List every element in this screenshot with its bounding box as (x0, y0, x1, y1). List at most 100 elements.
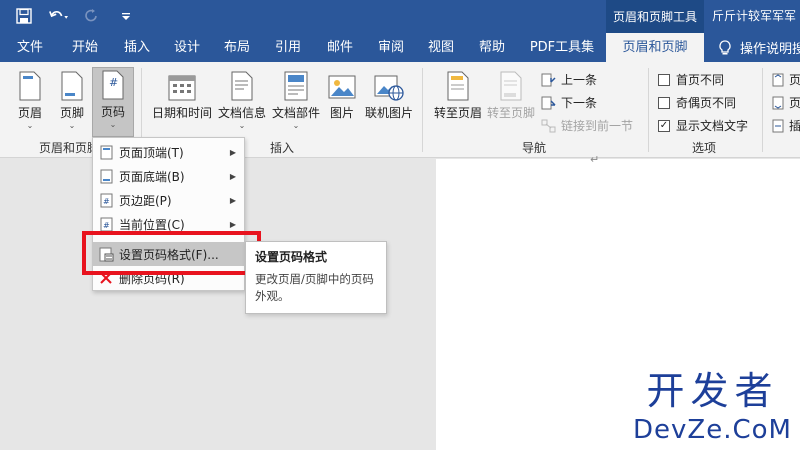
online-picture-button[interactable]: 联机图片 (363, 65, 415, 121)
submenu-arrow-icon: ▶ (229, 219, 236, 229)
group-separator (422, 68, 423, 152)
goto-footer-icon (499, 65, 523, 101)
tab-design[interactable]: 设计 (165, 33, 209, 62)
redo-icon[interactable] (82, 6, 102, 26)
different-odd-even-label: 奇偶页不同 (676, 96, 737, 110)
link-previous-label: 链接到前一节 (561, 119, 634, 133)
menu-item-top-of-page[interactable]: 页面顶端(T) ▶ (93, 140, 244, 164)
group-label-insert: 插入 (270, 141, 295, 155)
picture-icon (328, 65, 356, 101)
group-separator (762, 68, 763, 152)
page-number-icon: # (101, 68, 125, 100)
svg-text:#: # (103, 221, 110, 230)
checkbox-checked[interactable]: ✓ (658, 119, 670, 132)
tab-pdf-tools[interactable]: PDF工具集 (524, 33, 600, 62)
picture-label: 图片 (329, 106, 354, 120)
previous-label: 上一条 (561, 73, 598, 87)
next-icon (541, 96, 556, 109)
next-button[interactable]: 下一条 (541, 94, 597, 111)
link-icon (541, 119, 556, 132)
header-position-button[interactable]: 页 (772, 71, 800, 88)
tab-references[interactable]: 引用 (266, 33, 310, 62)
menu-item-label: 页面底端(B) (119, 169, 185, 184)
document-parts-icon (284, 65, 308, 101)
show-document-text-checkbox[interactable]: ✓ 显示文档文字 (658, 117, 748, 134)
tab-insert[interactable]: 插入 (115, 33, 159, 62)
date-time-button[interactable]: 日期和时间 (150, 65, 214, 121)
document-parts-button[interactable]: 文档部件 ⌄ (270, 65, 322, 131)
svg-text:#: # (109, 76, 118, 89)
customize-icon[interactable] (116, 6, 136, 26)
goto-header-label: 转至页眉 (433, 106, 482, 120)
svg-text:#: # (103, 197, 110, 206)
tab-review[interactable]: 审阅 (369, 33, 413, 62)
tooltip-title: 设置页码格式 (255, 250, 328, 264)
show-document-text-label: 显示文档文字 (676, 119, 749, 133)
page-margins-icon: # (93, 193, 119, 208)
tab-home[interactable]: 开始 (63, 33, 107, 62)
group-label-navigation: 导航 (522, 141, 547, 155)
chevron-down-icon: ⌄ (292, 121, 300, 130)
context-tab-title: 页眉和页脚工具 (606, 0, 704, 33)
footer-label: 页脚 (59, 106, 84, 120)
undo-icon[interactable] (48, 6, 68, 26)
goto-footer-button[interactable]: 转至页脚 (486, 65, 536, 121)
ribbon-tabs: 文件 开始 插入 设计 布局 引用 邮件 审阅 视图 帮助 PDF工具集 页眉和… (0, 33, 800, 62)
menu-item-page-margins[interactable]: # 页边距(P) ▶ (93, 188, 244, 212)
online-picture-icon (374, 65, 404, 101)
document-parts-label: 文档部件 (271, 106, 320, 120)
tell-me-label: 操作说明搜 (740, 42, 800, 57)
save-icon[interactable] (14, 6, 34, 26)
online-picture-label: 联机图片 (364, 106, 413, 120)
picture-button[interactable]: 图片 (327, 65, 357, 121)
tab-help[interactable]: 帮助 (470, 33, 514, 62)
menu-item-label: 当前位置(C) (119, 217, 185, 232)
tell-me-search[interactable]: 操作说明搜 (718, 33, 800, 62)
date-time-label: 日期和时间 (151, 106, 212, 120)
next-label: 下一条 (561, 96, 598, 110)
paragraph-mark-icon: ↵ (590, 153, 600, 166)
footer-position-icon (772, 96, 784, 109)
top-of-page-icon (93, 145, 119, 160)
header-label: 页眉 (17, 106, 42, 120)
goto-header-icon (446, 65, 470, 101)
document-info-label: 文档信息 (217, 106, 266, 120)
different-odd-even-checkbox[interactable]: 奇偶页不同 (658, 94, 736, 111)
previous-button[interactable]: 上一条 (541, 71, 597, 88)
tooltip-description: 更改页眉/页脚中的页码外观。 (255, 272, 374, 303)
tab-mailings[interactable]: 邮件 (318, 33, 362, 62)
header-position-icon (772, 73, 784, 86)
watermark-chinese: 开发者 (646, 369, 779, 413)
watermark-english: DevZe.CoM (633, 415, 792, 445)
tab-layout[interactable]: 布局 (215, 33, 259, 62)
tab-view[interactable]: 视图 (419, 33, 463, 62)
insert-alignment-tab-label: 插 (789, 119, 800, 133)
chevron-down-icon: ⌄ (26, 121, 34, 130)
footer-icon (60, 65, 84, 101)
footer-position-button[interactable]: 页 (772, 94, 800, 111)
calendar-icon (168, 65, 196, 101)
checkbox[interactable] (658, 96, 670, 109)
page-number-button[interactable]: # 页码 ⌄ (92, 67, 134, 137)
submenu-arrow-icon: ▶ (229, 147, 236, 157)
header-button[interactable]: 页眉 ⌄ (10, 65, 50, 131)
document-info-button[interactable]: 文档信息 ⌄ (216, 65, 268, 131)
current-position-icon: # (93, 217, 119, 232)
footer-button[interactable]: 页脚 ⌄ (52, 65, 92, 131)
link-previous-button[interactable]: 链接到前一节 (541, 117, 633, 134)
insert-alignment-tab-button[interactable]: 插 (772, 117, 800, 134)
header-position-label: 页 (789, 73, 800, 87)
group-separator (648, 68, 649, 152)
document-info-icon (230, 65, 254, 101)
menu-item-bottom-of-page[interactable]: 页面底端(B) ▶ (93, 164, 244, 188)
document-title: 斤斤计较军军军 (712, 9, 797, 23)
checkbox[interactable] (658, 73, 670, 86)
tab-header-footer[interactable]: 页眉和页脚 (606, 33, 704, 62)
different-first-page-label: 首页不同 (676, 73, 725, 87)
tab-file[interactable]: 文件 (10, 33, 50, 62)
goto-header-button[interactable]: 转至页眉 (433, 65, 483, 121)
different-first-page-checkbox[interactable]: 首页不同 (658, 71, 724, 88)
previous-icon (541, 73, 556, 86)
group-label-header-footer: 页眉和页脚 (39, 141, 100, 155)
submenu-arrow-icon: ▶ (229, 195, 236, 205)
